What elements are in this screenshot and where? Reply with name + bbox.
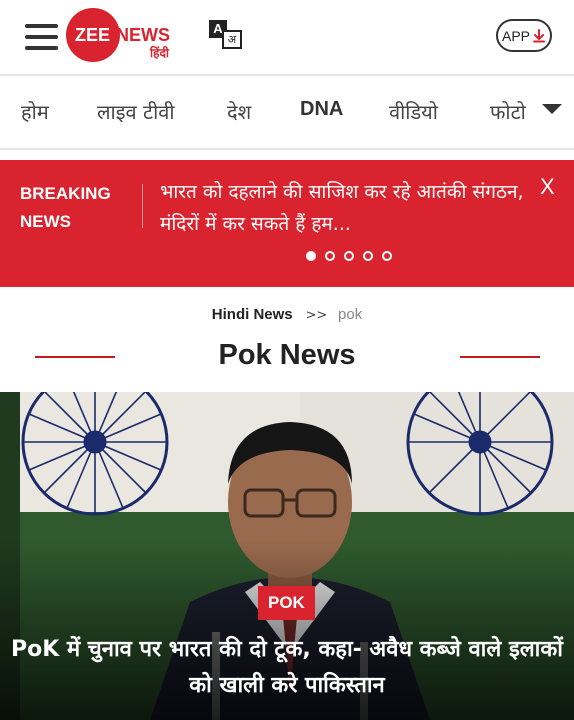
breadcrumb-current: pok (338, 306, 363, 323)
breadcrumb: Hindi News >> pok (0, 305, 574, 323)
logo-hindi-text: हिंदी (150, 46, 169, 60)
breaking-news-banner: BREAKING NEWS भारत को दहलाने की साजिश कर… (0, 160, 574, 287)
app-download-button[interactable]: APP (496, 19, 552, 52)
carousel-dots (306, 251, 392, 261)
breaking-news-headline[interactable]: भारत को दहलाने की साजिश कर रहे आतंकी संग… (160, 176, 530, 240)
breaking-news-label: BREAKING NEWS (20, 180, 130, 236)
nav-item-video[interactable]: वीडियो (389, 98, 438, 125)
download-icon (533, 28, 545, 42)
hero-headline[interactable]: PoK में चुनाव पर भारत की दो टूक, कहा- अव… (6, 632, 568, 704)
logo-zee-text: ZEE (75, 25, 111, 45)
close-icon[interactable]: X (540, 174, 555, 200)
breaking-divider (142, 184, 143, 228)
breadcrumb-separator: >> (305, 308, 328, 323)
translate-icon[interactable]: A अ (209, 20, 245, 50)
carousel-dot[interactable] (363, 251, 373, 261)
category-tag[interactable]: POK (258, 586, 315, 620)
carousel-dot[interactable] (306, 251, 316, 261)
breadcrumb-home-link[interactable]: Hindi News (212, 306, 293, 323)
carousel-dot[interactable] (325, 251, 335, 261)
app-button-label: APP (501, 27, 530, 44)
site-header: ZEE NEWS हिंदी A अ APP (0, 0, 574, 76)
breaking-label-line1: BREAKING (20, 184, 111, 203)
caret-down-icon[interactable] (542, 104, 562, 114)
carousel-dot[interactable] (382, 251, 392, 261)
nav-item-live-tv[interactable]: लाइव टीवी (97, 98, 175, 125)
nav-item-photo[interactable]: फोटो (490, 98, 526, 125)
breaking-label-line2: NEWS (20, 212, 71, 231)
title-rule-right (460, 356, 540, 358)
zee-news-logo[interactable]: ZEE NEWS हिंदी (66, 8, 181, 62)
nav-item-desh[interactable]: देश (227, 98, 251, 125)
translate-devanagari-glyph: अ (222, 30, 242, 49)
carousel-dot[interactable] (344, 251, 354, 261)
nav-item-home[interactable]: होम (21, 98, 49, 125)
category-nav: होम लाइव टीवी देश DNA वीडियो फोटो (0, 78, 574, 150)
hero-story-card[interactable]: POK PoK में चुनाव पर भारत की दो टूक, कहा… (0, 392, 574, 720)
hamburger-menu-icon[interactable] (25, 24, 58, 50)
nav-item-dna[interactable]: DNA (300, 98, 343, 121)
logo-news-text: NEWS (116, 25, 170, 45)
